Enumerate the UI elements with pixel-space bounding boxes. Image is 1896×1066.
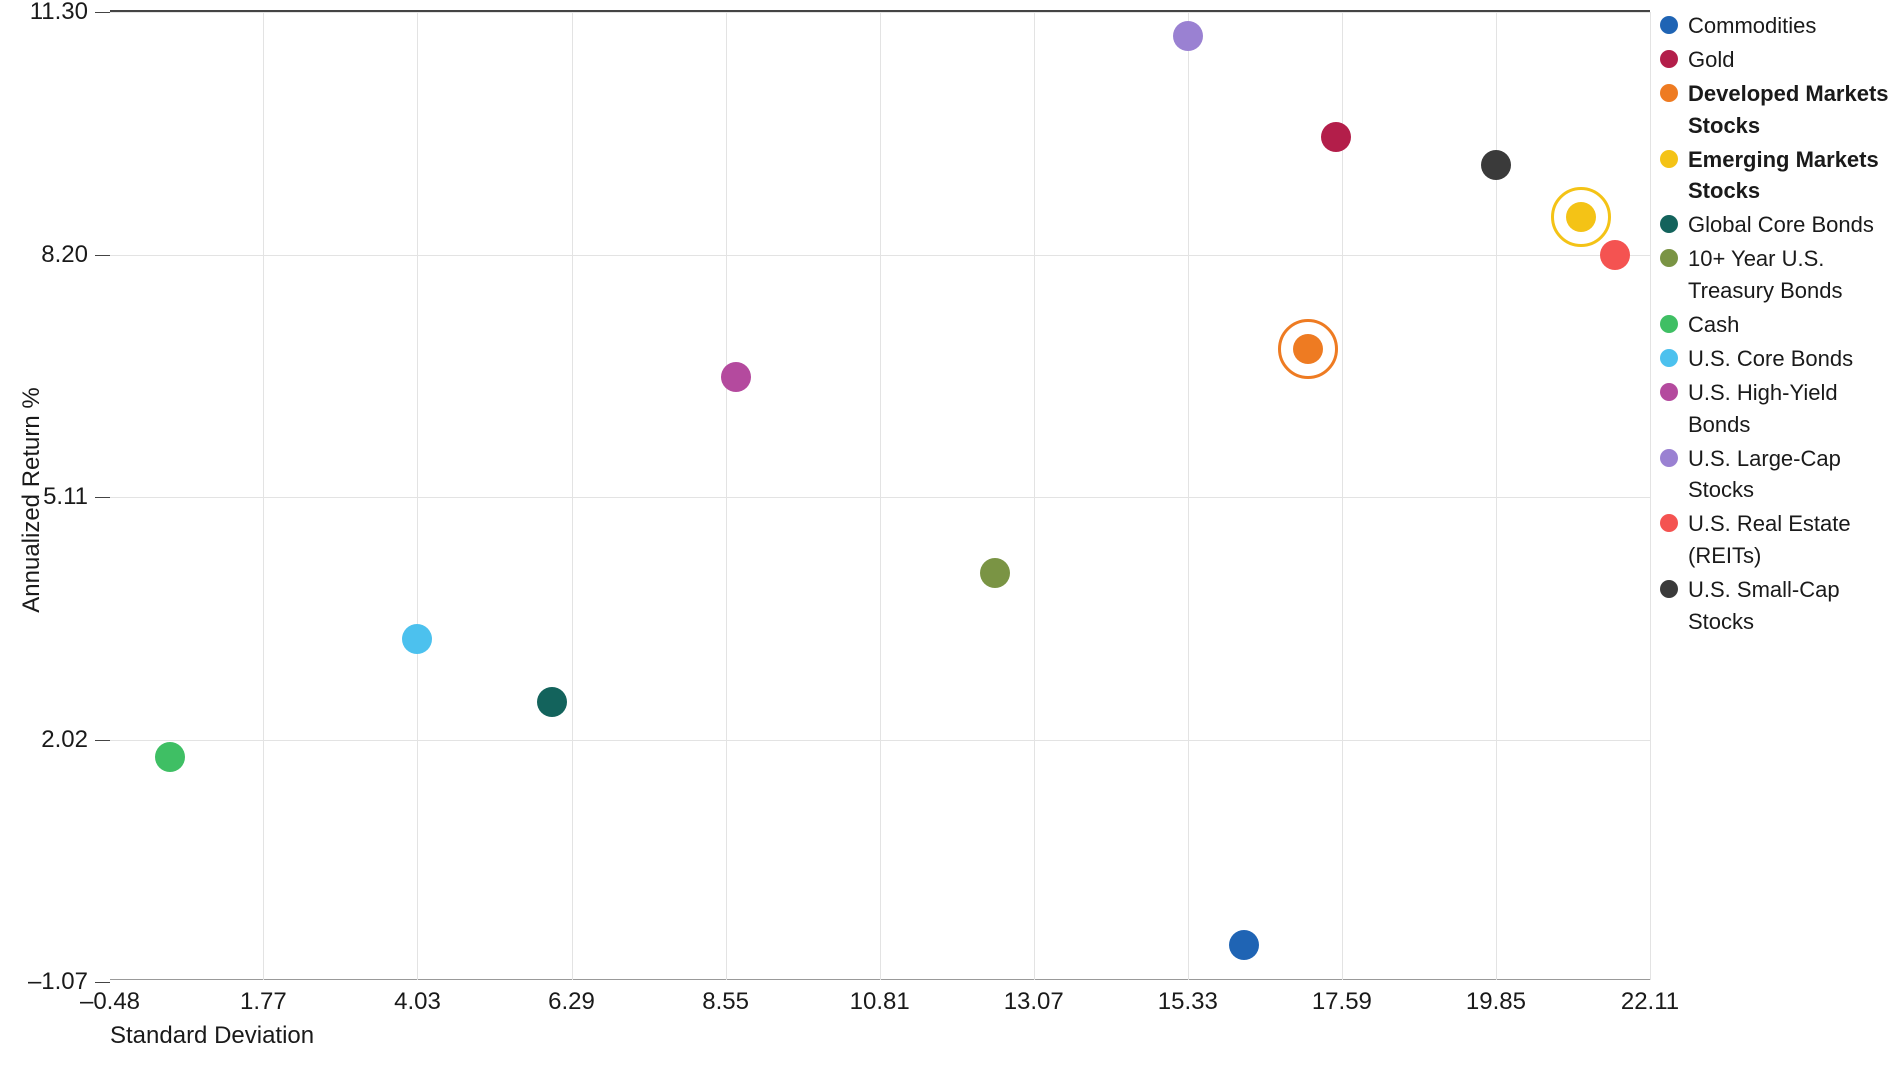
- legend-label: Cash: [1688, 309, 1890, 341]
- x-axis-label: Standard Deviation: [110, 1022, 314, 1050]
- legend-label: Commodities: [1688, 10, 1890, 42]
- y-axis-label: Annualized Return %: [18, 387, 46, 612]
- gridline-h: [110, 497, 1650, 498]
- legend-label: U.S. Core Bonds: [1688, 343, 1890, 375]
- y-tick-label: 5.11: [43, 483, 88, 511]
- data-point[interactable]: [402, 624, 432, 654]
- x-tick-label: 4.03: [394, 988, 441, 1016]
- legend-label: 10+ Year U.S. Treasury Bonds: [1688, 243, 1890, 307]
- legend-label: U.S. Real Estate (REITs): [1688, 508, 1890, 572]
- x-tick-label: 6.29: [548, 988, 595, 1016]
- x-tick-label: 1.77: [240, 988, 287, 1016]
- x-tick-label: 17.59: [1312, 988, 1372, 1016]
- data-point[interactable]: [1566, 202, 1596, 232]
- data-point[interactable]: [1173, 21, 1203, 51]
- legend-swatch: [1660, 215, 1678, 233]
- legend-item[interactable]: Cash: [1660, 309, 1890, 341]
- legend-swatch: [1660, 514, 1678, 532]
- legend-item[interactable]: Commodities: [1660, 10, 1890, 42]
- legend-label: U.S. High-Yield Bonds: [1688, 377, 1890, 441]
- gridline-h: [110, 255, 1650, 256]
- legend-label: Gold: [1688, 44, 1890, 76]
- data-point[interactable]: [1293, 334, 1323, 364]
- data-point[interactable]: [537, 687, 567, 717]
- gridline-v: [1650, 12, 1651, 980]
- legend-swatch: [1660, 50, 1678, 68]
- y-tick-label: 11.30: [30, 0, 88, 26]
- gridline-h: [110, 740, 1650, 741]
- legend-label: Developed Markets Stocks: [1688, 78, 1890, 142]
- gridline-v: [880, 12, 881, 980]
- data-point[interactable]: [155, 742, 185, 772]
- legend-label: Emerging Markets Stocks: [1688, 144, 1890, 208]
- legend-item[interactable]: U.S. Core Bonds: [1660, 343, 1890, 375]
- x-tick-label: 15.33: [1158, 988, 1218, 1016]
- y-tick-label: –1.07: [28, 968, 88, 996]
- legend-item[interactable]: Developed Markets Stocks: [1660, 78, 1890, 142]
- y-tick-mark: [95, 255, 110, 256]
- y-tick-label: 2.02: [41, 726, 88, 754]
- gridline-v: [1342, 12, 1343, 980]
- legend-swatch: [1660, 315, 1678, 333]
- legend-item[interactable]: U.S. Real Estate (REITs): [1660, 508, 1890, 572]
- data-point[interactable]: [1600, 240, 1630, 270]
- gridline-h: [110, 12, 1650, 13]
- legend-item[interactable]: U.S. Large-Cap Stocks: [1660, 443, 1890, 507]
- plot-area: –0.481.774.036.298.5510.8113.0715.3317.5…: [110, 10, 1650, 980]
- legend: CommoditiesGoldDeveloped Markets StocksE…: [1660, 10, 1890, 640]
- chart-container: –0.48 1.77 4.03 6.29 8.55 10.81 13.07 15.33 17.5…: [0, 0, 1896, 1066]
- gridline-v: [726, 12, 727, 980]
- legend-swatch: [1660, 150, 1678, 168]
- legend-item[interactable]: 10+ Year U.S. Treasury Bonds: [1660, 243, 1890, 307]
- y-tick-mark: [95, 497, 110, 498]
- gridline-v: [1188, 12, 1189, 980]
- x-tick-label: –0.48: [80, 988, 140, 1016]
- legend-item[interactable]: Gold: [1660, 44, 1890, 76]
- data-point[interactable]: [1229, 930, 1259, 960]
- x-tick-label: 19.85: [1466, 988, 1526, 1016]
- legend-label: U.S. Large-Cap Stocks: [1688, 443, 1890, 507]
- legend-swatch: [1660, 349, 1678, 367]
- legend-label: U.S. Small-Cap Stocks: [1688, 574, 1890, 638]
- legend-swatch: [1660, 383, 1678, 401]
- data-point[interactable]: [980, 558, 1010, 588]
- legend-swatch: [1660, 580, 1678, 598]
- data-point[interactable]: [1481, 150, 1511, 180]
- y-tick-label: 8.20: [41, 241, 88, 269]
- x-tick-label: 13.07: [1004, 988, 1064, 1016]
- legend-label: Global Core Bonds: [1688, 209, 1890, 241]
- gridline-v: [1034, 12, 1035, 980]
- legend-item[interactable]: Global Core Bonds: [1660, 209, 1890, 241]
- data-point[interactable]: [721, 362, 751, 392]
- x-tick-label: 10.81: [850, 988, 910, 1016]
- legend-item[interactable]: Emerging Markets Stocks: [1660, 144, 1890, 208]
- x-tick-label: 8.55: [702, 988, 749, 1016]
- y-tick-mark: [95, 740, 110, 741]
- data-point[interactable]: [1321, 122, 1351, 152]
- legend-item[interactable]: U.S. Small-Cap Stocks: [1660, 574, 1890, 638]
- y-tick-mark: [95, 12, 110, 13]
- gridline-v: [572, 12, 573, 980]
- legend-swatch: [1660, 449, 1678, 467]
- legend-swatch: [1660, 249, 1678, 267]
- y-tick-mark: [95, 982, 110, 983]
- legend-swatch: [1660, 16, 1678, 34]
- gridline-v: [263, 12, 264, 980]
- gridline-v: [417, 12, 418, 980]
- legend-swatch: [1660, 84, 1678, 102]
- legend-item[interactable]: U.S. High-Yield Bonds: [1660, 377, 1890, 441]
- x-tick-label: 22.11: [1621, 988, 1679, 1016]
